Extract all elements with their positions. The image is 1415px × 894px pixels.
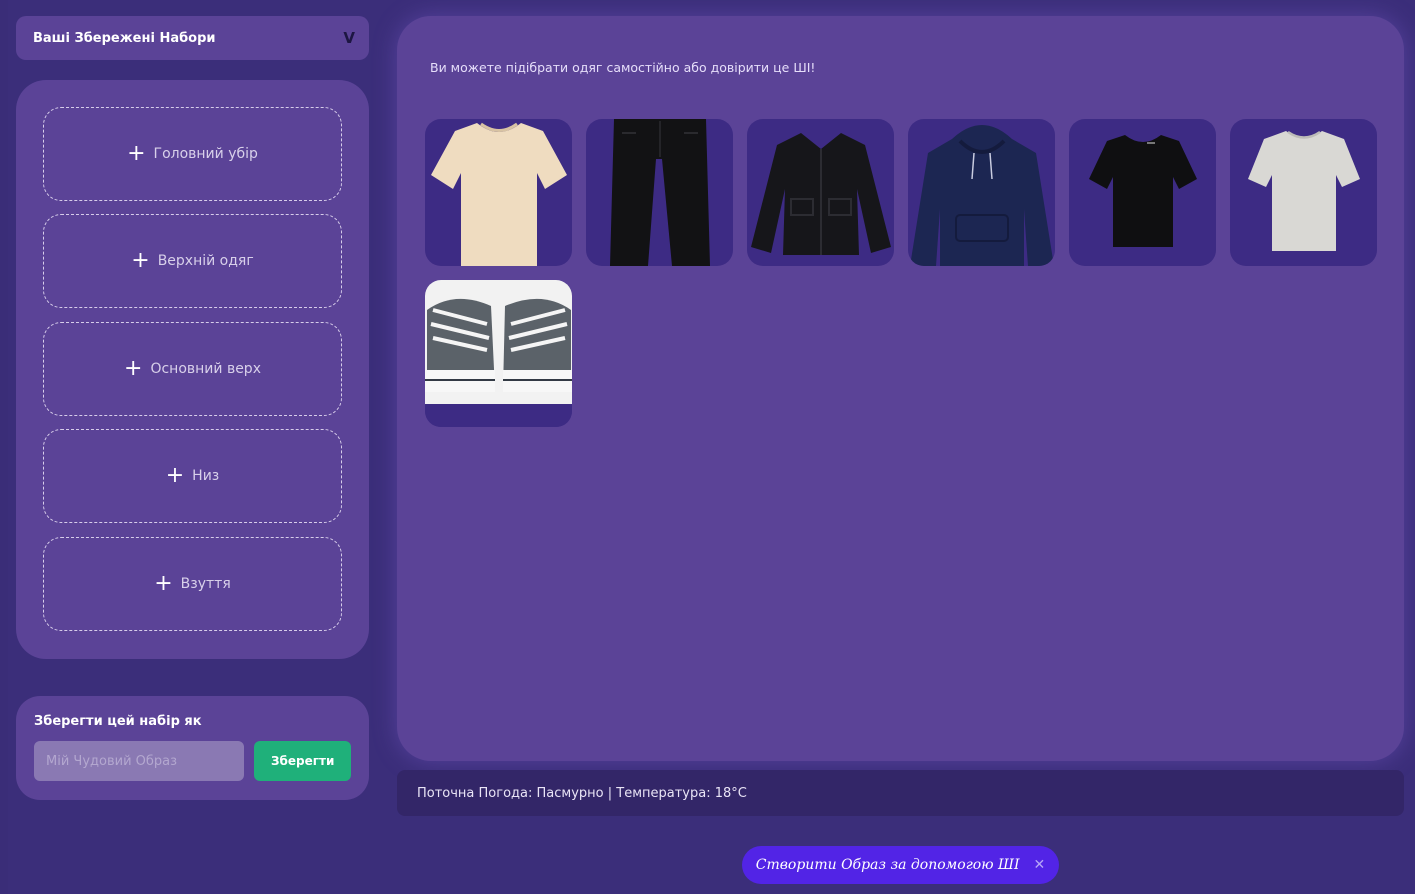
- black-pants-image: [610, 119, 710, 266]
- clothing-item-navy-hoodie[interactable]: [908, 119, 1055, 266]
- weather-bar: Поточна Погода: Пасмурно | Температура: …: [397, 770, 1404, 816]
- slot-outerwear[interactable]: + Верхній одяг: [43, 214, 342, 308]
- clothing-item-black-tshirt[interactable]: [1069, 119, 1216, 266]
- save-button[interactable]: Зберегти: [254, 741, 351, 781]
- ai-button-label: Створити Образ за допомогою ШІ: [755, 857, 1020, 873]
- plus-icon: +: [127, 141, 146, 166]
- wardrobe-hint: Ви можете підібрати одяг самостійно або …: [430, 60, 816, 75]
- close-icon[interactable]: ✕: [1033, 857, 1045, 873]
- black-jacket-image: [751, 133, 891, 255]
- clothing-item-beige-tshirt[interactable]: [425, 119, 572, 266]
- slot-bottom[interactable]: + Низ: [43, 429, 342, 523]
- slot-label: Основний верх: [150, 361, 261, 377]
- saved-sets-label: Ваші Збережені Набори: [33, 30, 216, 46]
- slot-footwear[interactable]: + Взуття: [43, 537, 342, 631]
- slot-headwear[interactable]: + Головний убір: [43, 107, 342, 201]
- outfit-slots-panel: + Головний убір + Верхній одяг + Основни…: [16, 80, 369, 659]
- black-tshirt-image: [1089, 135, 1197, 247]
- clothing-item-grey-tshirt[interactable]: [1230, 119, 1377, 266]
- grey-tshirt-image: [1248, 130, 1360, 251]
- slot-label: Взуття: [180, 576, 231, 592]
- slot-label: Головний убір: [153, 146, 258, 162]
- set-name-input[interactable]: [34, 741, 245, 781]
- weather-text: Поточна Погода: Пасмурно | Температура: …: [417, 785, 747, 801]
- slot-label: Низ: [192, 468, 220, 484]
- plus-icon: +: [154, 571, 173, 596]
- wardrobe-panel: Ви можете підібрати одяг самостійно або …: [397, 16, 1404, 761]
- chevron-down-icon: V: [343, 29, 355, 47]
- plus-icon: +: [165, 463, 185, 488]
- clothing-item-black-pants[interactable]: [586, 119, 733, 266]
- save-set-label: Зберегти цей набір як: [34, 714, 202, 729]
- plus-icon: +: [131, 248, 150, 273]
- sneakers-image: [425, 280, 572, 427]
- plus-icon: +: [124, 356, 143, 381]
- ai-create-outfit-button[interactable]: Створити Образ за допомогою ШІ ✕: [742, 846, 1059, 884]
- navy-hoodie-image: [910, 125, 1054, 266]
- save-set-panel: Зберегти цей набір як Зберегти: [16, 696, 369, 800]
- clothing-item-black-jacket[interactable]: [747, 119, 894, 266]
- slot-label: Верхній одяг: [157, 253, 254, 269]
- slot-main-top[interactable]: + Основний верх: [43, 322, 342, 416]
- clothing-item-sneakers[interactable]: [425, 280, 572, 427]
- beige-tshirt-image: [431, 122, 567, 266]
- saved-sets-dropdown[interactable]: Ваші Збережені Набори V: [16, 16, 369, 60]
